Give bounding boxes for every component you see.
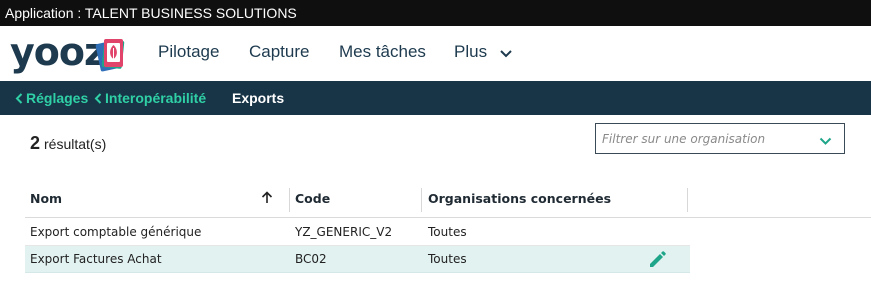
cell-organisations: Toutes [428, 225, 467, 239]
breadcrumb-label: Exports [232, 90, 285, 106]
breadcrumb-label: Interopérabilité [105, 90, 207, 106]
cell-code: BC02 [295, 252, 327, 266]
cell-nom: Export Factures Achat [30, 252, 162, 266]
organisation-filter-input[interactable] [596, 124, 816, 153]
cell-code: YZ_GENERIC_V2 [295, 225, 393, 239]
breadcrumb-item-interoperabilite[interactable]: Interopérabilité [94, 90, 206, 106]
cell-organisations: Toutes [428, 252, 467, 266]
nav-item-plus[interactable]: Plus [454, 42, 512, 63]
yooz-logo[interactable]: yooz [10, 30, 135, 76]
table-row[interactable]: Export comptable générique YZ_GENERIC_V2… [25, 219, 690, 246]
table-row-selected[interactable]: Export Factures Achat BC02 Toutes [25, 246, 690, 273]
result-count-number: 2 [30, 133, 41, 153]
column-divider [421, 188, 422, 212]
svg-text:yooz: yooz [10, 34, 105, 74]
nav-item-label: Pilotage [158, 42, 220, 61]
arrow-up-icon[interactable] [261, 191, 273, 209]
result-count: 2 résultat(s) [30, 133, 106, 154]
breadcrumb-item-reglages[interactable]: Réglages [15, 90, 88, 106]
column-header-label: Nom [30, 191, 63, 206]
nav-item-label: Mes tâches [339, 42, 426, 61]
column-header-label: Organisations concernées [428, 191, 612, 206]
column-divider [687, 188, 688, 212]
chevron-down-icon[interactable] [819, 133, 832, 151]
nav-item-mes-taches[interactable]: Mes tâches [339, 42, 426, 62]
nav-item-label: Plus [454, 42, 488, 61]
breadcrumb-label: Réglages [26, 90, 89, 106]
column-header-nom[interactable]: Nom [30, 184, 62, 217]
column-header-code[interactable]: Code [295, 184, 330, 217]
chevron-left-icon [94, 93, 102, 104]
breadcrumb-item-exports: Exports [232, 90, 284, 106]
top-navigation: yooz Pilotage Capture Mes tâches Plus [0, 26, 871, 81]
column-header-label: Code [295, 191, 331, 206]
pencil-icon[interactable] [648, 250, 667, 272]
table-header: Nom Code Organisations concernées [25, 184, 871, 218]
organisation-filter[interactable] [595, 123, 845, 154]
column-header-organisations[interactable]: Organisations concernées [428, 184, 611, 217]
exports-table: Nom Code Organisations concernées Export… [25, 184, 871, 273]
nav-item-label: Capture [249, 42, 310, 61]
application-bar: Application : TALENT BUSINESS SOLUTIONS [0, 0, 871, 26]
column-divider [289, 188, 290, 212]
yooz-logo-icon: yooz [10, 30, 125, 74]
nav-item-capture[interactable]: Capture [249, 42, 309, 62]
chevron-down-icon [500, 43, 512, 63]
breadcrumb: Réglages Interopérabilité Exports [0, 81, 871, 115]
result-count-label: résultat(s) [44, 136, 107, 152]
application-title: Application : TALENT BUSINESS SOLUTIONS [5, 5, 297, 21]
nav-item-pilotage[interactable]: Pilotage [158, 42, 219, 62]
cell-nom: Export comptable générique [30, 225, 202, 239]
chevron-left-icon [15, 93, 23, 104]
